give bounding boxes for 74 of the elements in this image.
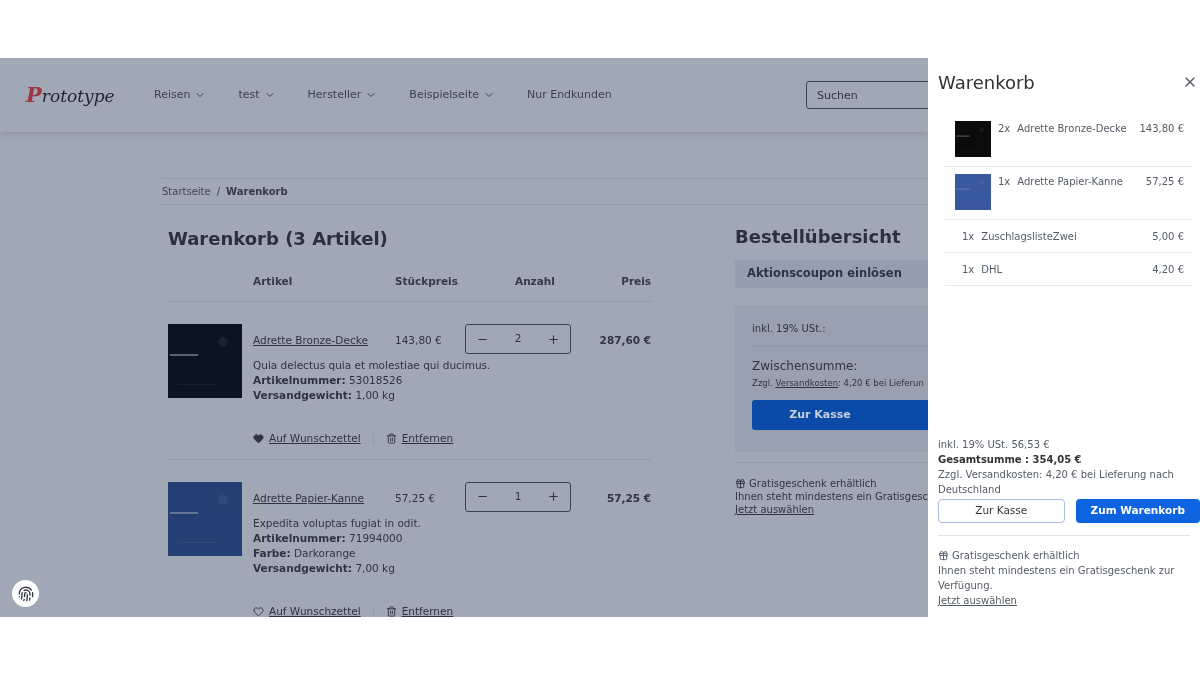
line-total: 57,25 € <box>606 490 652 506</box>
quantity-stepper[interactable]: 2 <box>465 324 571 354</box>
quantity-value: 1 <box>514 488 522 504</box>
summary-heading: Bestellübersicht <box>735 225 902 249</box>
item-price: 57,25 € <box>1145 175 1184 189</box>
gift-text: Ihnen steht mindestens ein Gratisgeschenk zur Verfügung. <box>938 564 1176 593</box>
coupon-toggle[interactable]: Aktionscoupon einlösen <box>735 260 928 288</box>
product-detail: Farbe: Darkorange <box>253 545 357 561</box>
item-quantity: 1x <box>962 262 975 277</box>
product-link[interactable]: Adrette Bronze-Decke <box>253 333 395 349</box>
product-detail: Artikelnummer: 53018526 <box>253 373 404 388</box>
item-quantity: 2x <box>998 122 1011 136</box>
logo[interactable]: Prototype <box>26 79 136 111</box>
product-description: Quia delectus quia et molestiae qui ducimus. <box>253 358 492 373</box>
gift-title: Gratisgeschenk erhältlich <box>952 549 1080 563</box>
gift-link[interactable]: Jetzt auswählen <box>938 595 1017 606</box>
nav-item[interactable]: Nur Endkunden <box>526 86 612 104</box>
product-detail: Versandgewicht: 7,00 kg <box>253 560 396 576</box>
product-description: Expedita voluptas fugiat in odit. <box>253 515 422 531</box>
item-quantity: 1x <box>998 175 1011 189</box>
gift-title: Gratisgeschenk erhältlich <box>749 477 877 490</box>
gift-link[interactable]: Jetzt auswählen <box>735 504 815 515</box>
item-price: 5,00 € <box>1152 229 1184 244</box>
nav-item[interactable]: Hersteller <box>307 86 378 104</box>
quantity-value: 2 <box>514 331 522 347</box>
item-name: DHL <box>981 262 1004 277</box>
checkout-button[interactable]: Zur Kasse <box>752 399 928 430</box>
item-name: Adrette Papier-Kanne <box>1017 175 1124 189</box>
product-detail: Versandgewicht: 1,00 kg <box>253 388 396 403</box>
remove-link[interactable]: Entfernen <box>401 603 454 617</box>
column-header: Artikel <box>253 273 294 289</box>
product-detail: Artikelnummer: 71994000 <box>253 530 404 546</box>
trash-icon <box>385 433 397 445</box>
item-price: 143,80 € <box>1139 122 1184 136</box>
item-quantity: 1x <box>962 229 975 244</box>
gift-icon <box>938 550 949 561</box>
breadcrumb-separator: / <box>216 185 221 199</box>
column-header: Preis <box>621 273 652 289</box>
tax-total: inkl. 19% USt. 56,53 € <box>938 438 1051 452</box>
search-field[interactable]: Suchen <box>806 81 928 109</box>
shipping-link[interactable]: Versandkosten <box>775 378 838 388</box>
subtotal-label: Zwischensumme: <box>752 358 859 375</box>
shipping-note: Zzgl. Versandkosten: 4,20 € bei Lieferun <box>752 377 925 390</box>
grand-total: Gesamtsumme : 354,05 € <box>938 453 1083 467</box>
plus-icon[interactable] <box>547 332 560 346</box>
trash-icon <box>385 606 397 617</box>
nav-item[interactable]: Beispielseite <box>409 86 495 104</box>
wishlist-link[interactable]: Auf Wunschzettel <box>269 603 361 617</box>
product-link[interactable]: Adrette Papier-Kanne <box>253 490 395 507</box>
fingerprint-button[interactable] <box>12 580 39 607</box>
column-header: Anzahl <box>515 273 555 289</box>
item-name: ZuschlagslisteZwei <box>981 229 1078 244</box>
item-price: 4,20 € <box>1152 262 1184 277</box>
nav-item[interactable]: test <box>238 86 276 104</box>
column-header: Stückpreis <box>395 273 459 289</box>
breadcrumb-link[interactable]: Warenkorb <box>226 184 288 199</box>
unit-price: 143,80 € <box>395 333 443 348</box>
wishlist-link[interactable]: Auf Wunschzettel <box>269 431 361 447</box>
nav-item[interactable]: Reisen <box>154 86 207 104</box>
line-total: 287,60 € <box>599 333 652 348</box>
drawer-title: Warenkorb <box>938 70 1035 95</box>
cart-heading: Warenkorb (3 Artikel) <box>168 227 389 251</box>
shipping-note: Zzgl. Versandkosten: 4,20 € bei Lieferung nach Deutschland <box>938 468 1175 497</box>
unit-price: 57,25 € <box>395 490 437 506</box>
remove-link[interactable]: Entfernen <box>401 431 454 447</box>
gift-icon <box>735 478 747 489</box>
item-name: Adrette Bronze-Decke <box>1017 122 1128 136</box>
gift-text: Ihnen steht mindestens ein Gratisgesc <box>735 490 928 503</box>
checkout-button[interactable]: Zur Kasse <box>938 499 1065 523</box>
cart-button[interactable]: Zum Warenkorb <box>1075 499 1200 523</box>
plus-icon[interactable] <box>547 490 560 504</box>
quantity-stepper[interactable]: 1 <box>465 481 571 512</box>
breadcrumb-link[interactable]: Startseite <box>162 184 211 199</box>
fingerprint-icon <box>17 585 34 602</box>
